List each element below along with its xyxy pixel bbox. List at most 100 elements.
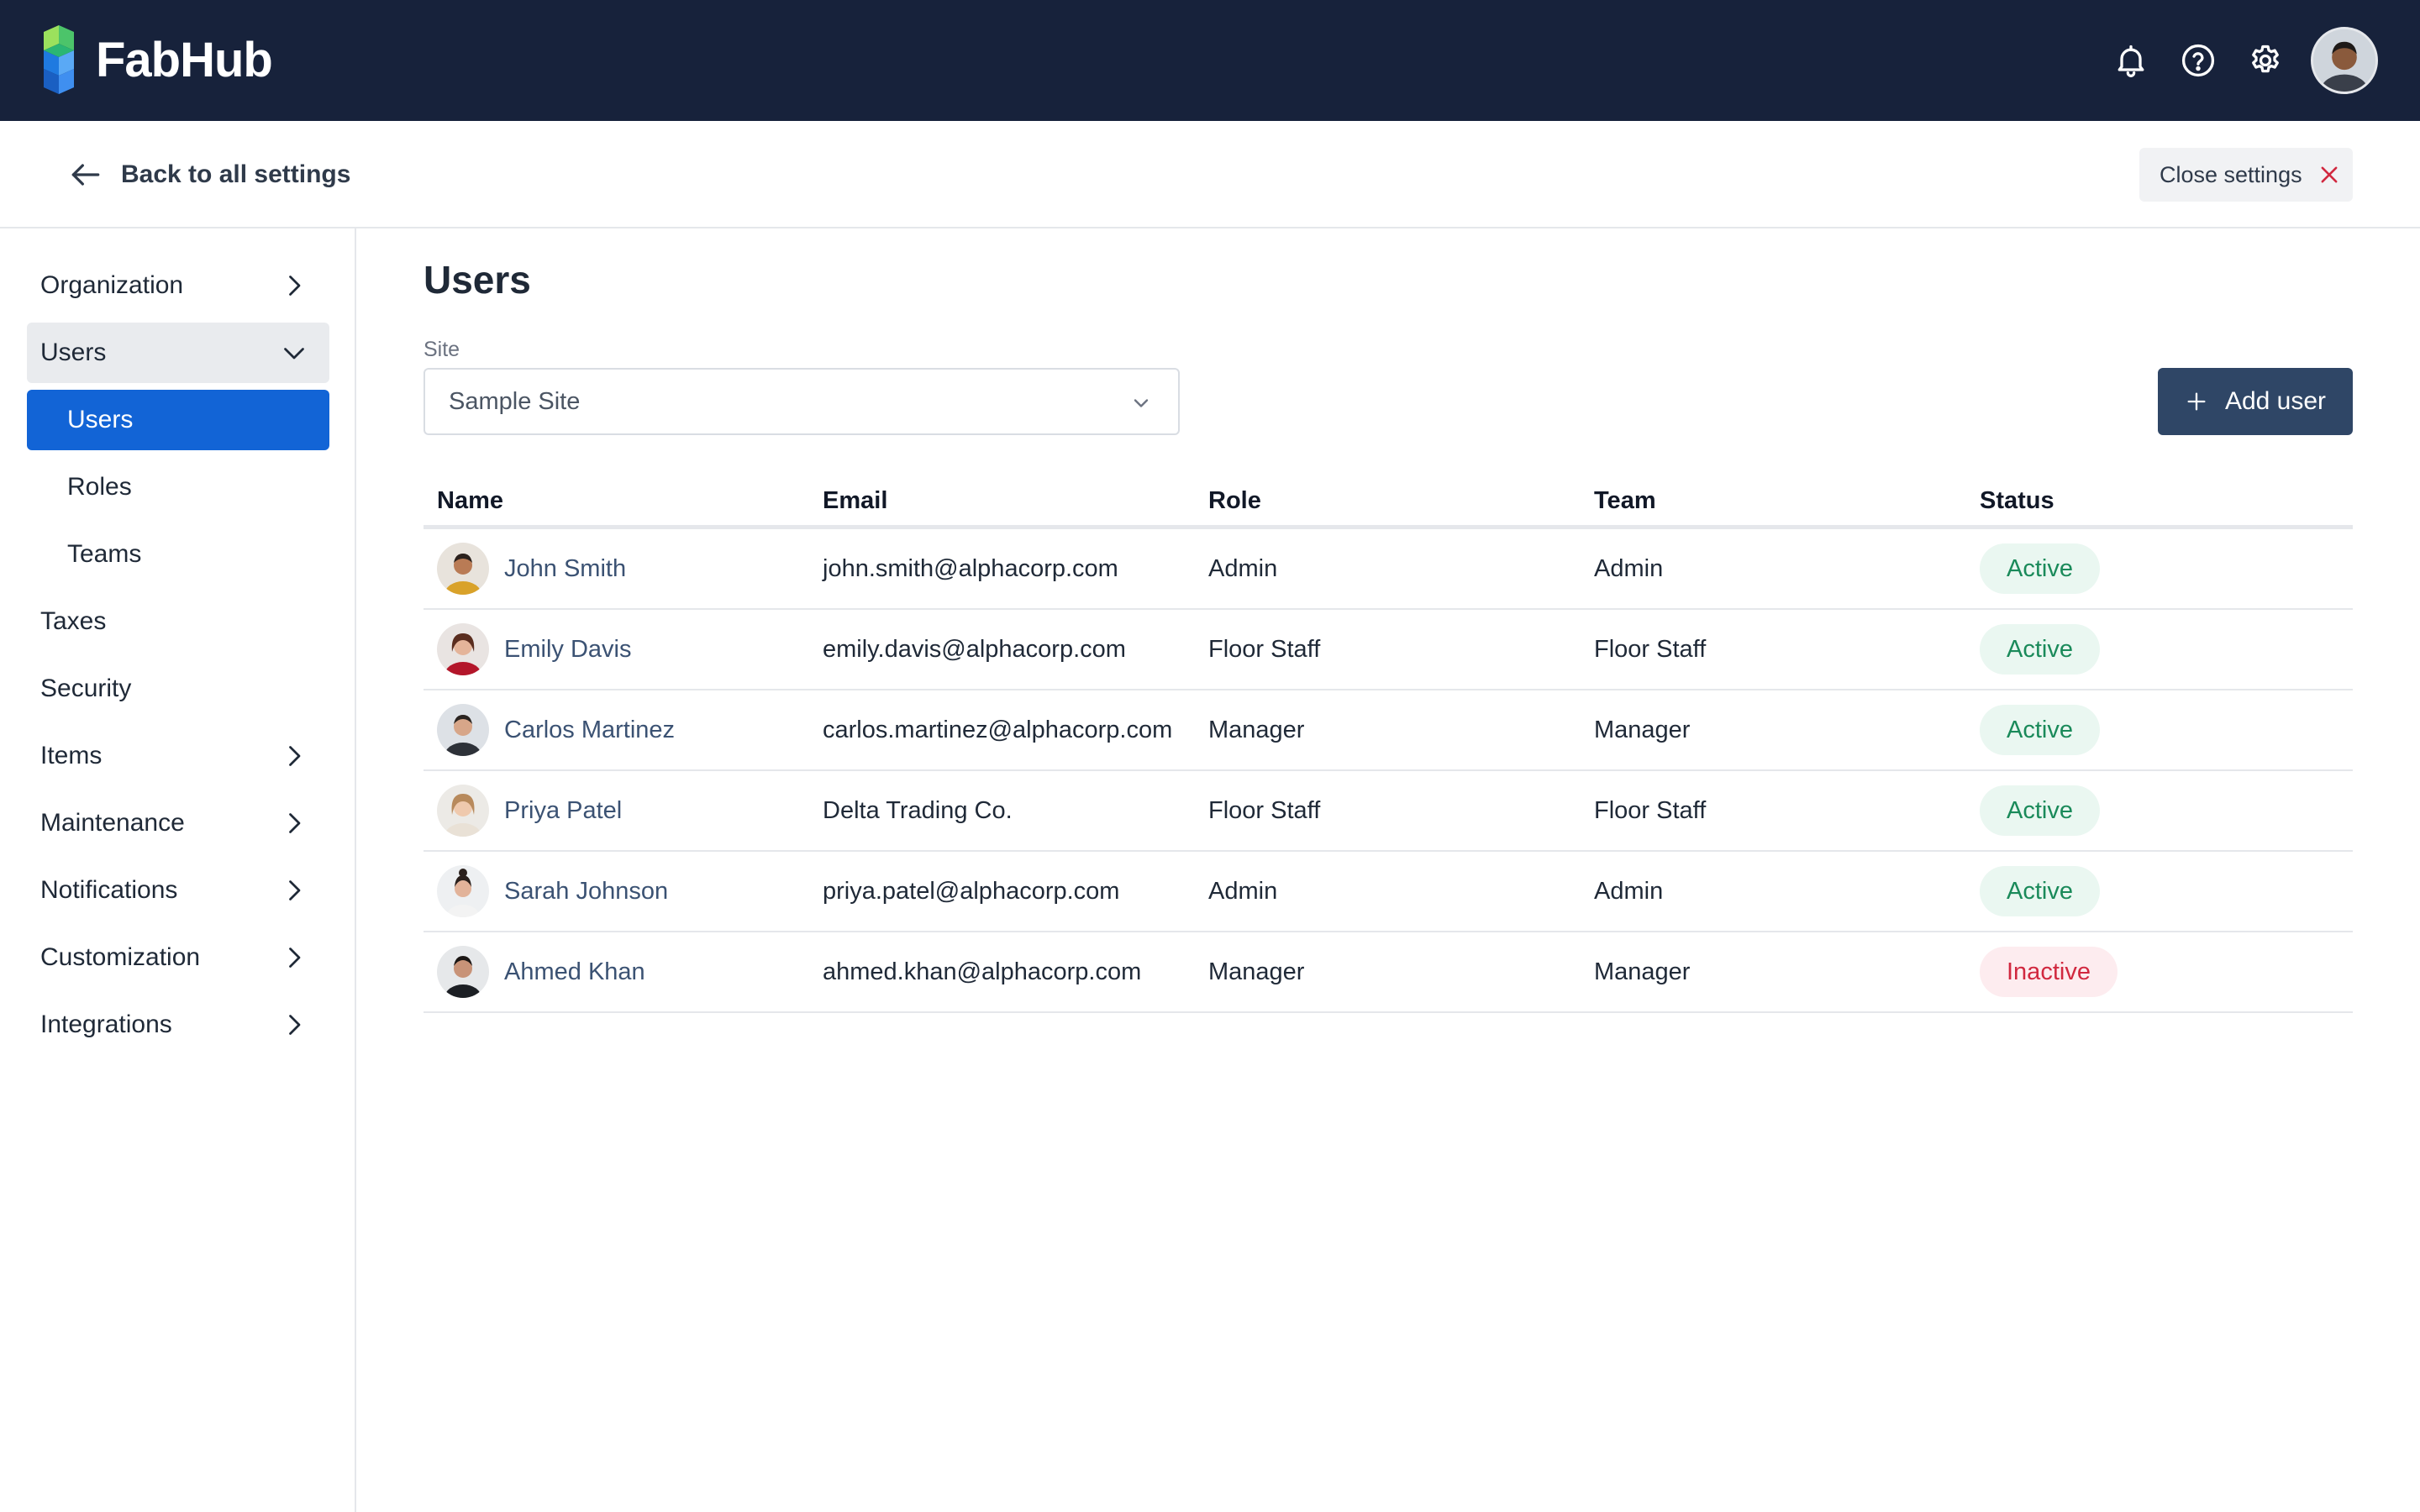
status-cell: Active [1980,610,2100,689]
user-avatar-image [2313,29,2375,92]
team-cell: Manager [1594,958,1691,985]
status-cell: Active [1980,690,2100,769]
name-cell[interactable]: Ahmed Khan [437,932,645,1011]
close-settings-button[interactable]: Close settings [2139,148,2353,202]
arrow-left-icon [71,164,100,186]
back-to-settings-link[interactable]: Back to all settings [67,155,350,195]
settings-header: Back to all settings Close settings [0,121,2420,228]
site-filter-label: Site [424,338,460,361]
table-row[interactable]: Emily Davis emily.davis@alphacorp.com Fl… [424,610,2353,690]
avatar [437,543,489,595]
fabhub-logo-icon [44,25,74,94]
sidebar-item-maintenance[interactable]: Maintenance [27,793,329,853]
column-header-role[interactable]: Role [1208,487,1261,515]
status-badge: Active [1980,785,2100,836]
sidebar-item-label: Items [40,742,103,769]
chevron-right-icon [279,1010,309,1040]
sidebar-subitem-teams[interactable]: Teams [27,524,329,585]
user-avatar[interactable] [2311,27,2378,94]
role-cell: Manager [1208,958,1305,985]
sidebar-item-label: Integrations [40,1011,172,1038]
column-header-email[interactable]: Email [823,487,887,515]
settings-button[interactable] [2245,40,2286,81]
team-cell: Floor Staff [1594,796,1707,824]
user-name-link[interactable]: John Smith [504,555,626,583]
name-cell[interactable]: Sarah Johnson [437,852,668,931]
table-header: Name Email Role Team Status [424,477,2353,529]
sidebar-item-label: Users [67,406,134,433]
chevron-down-icon [279,338,309,368]
name-cell[interactable]: Emily Davis [437,610,631,689]
sidebar-item-label: Roles [67,473,132,501]
team-cell: Admin [1594,877,1664,905]
name-cell[interactable]: Priya Patel [437,771,622,850]
column-header-status[interactable]: Status [1980,487,2054,515]
table-row[interactable]: Ahmed Khan ahmed.khan@alphacorp.com Mana… [424,932,2353,1013]
sidebar-item-notifications[interactable]: Notifications [27,860,329,921]
site-select-value: Sample Site [449,387,581,415]
sidebar-item-security[interactable]: Security [27,659,329,719]
sidebar-item-integrations[interactable]: Integrations [27,995,329,1055]
sidebar-item-users-group[interactable]: Users [27,323,329,383]
site-select[interactable]: Sample Site [424,368,1180,435]
gear-icon [2252,45,2279,73]
chevron-down-icon [1134,399,1149,407]
users-table: Name Email Role Team Status John Smith j… [424,477,2353,1013]
close-icon [2321,166,2338,183]
chevron-right-icon [279,741,309,771]
role-cell: Admin [1208,877,1278,905]
sidebar-item-taxes[interactable]: Taxes [27,591,329,652]
sidebar-item-label: Notifications [40,876,178,904]
chevron-right-icon [279,875,309,906]
table-row[interactable]: John Smith john.smith@alphacorp.com Admi… [424,529,2353,610]
chevron-right-icon [279,808,309,838]
table-row[interactable]: Priya Patel Delta Trading Co. Floor Staf… [424,771,2353,852]
role-cell: Admin [1208,554,1278,582]
add-user-button[interactable]: Add user [2158,368,2353,435]
avatar [437,623,489,675]
user-name-link[interactable]: Ahmed Khan [504,958,645,986]
table-row[interactable]: Carlos Martinez carlos.martinez@alphacor… [424,690,2353,771]
notifications-button[interactable] [2111,40,2151,81]
column-header-name[interactable]: Name [437,487,503,515]
email-cell: priya.patel@alphacorp.com [823,877,1120,905]
sidebar-item-organization[interactable]: Organization [27,255,329,316]
team-cell: Floor Staff [1594,635,1707,663]
team-cell: Manager [1594,716,1691,743]
name-cell[interactable]: Carlos Martinez [437,690,675,769]
chevron-right-icon [279,942,309,973]
name-cell[interactable]: John Smith [437,529,626,608]
sidebar-item-items[interactable]: Items [27,726,329,786]
status-cell: Active [1980,529,2100,608]
status-badge: Active [1980,866,2100,916]
sidebar-item-customization[interactable]: Customization [27,927,329,988]
app-name: FabHub [96,32,273,87]
avatar [437,865,489,917]
email-cell: Delta Trading Co. [823,796,1013,824]
table-row[interactable]: Sarah Johnson priya.patel@alphacorp.com … [424,852,2353,932]
user-name-link[interactable]: Priya Patel [504,797,622,825]
help-icon [2181,44,2215,77]
top-navigation-bar: FabHub [0,0,2420,121]
email-cell: emily.davis@alphacorp.com [823,635,1126,663]
status-cell: Active [1980,852,2100,931]
avatar [437,946,489,998]
user-name-link[interactable]: Sarah Johnson [504,878,668,906]
avatar [437,785,489,837]
email-cell: ahmed.khan@alphacorp.com [823,958,1142,985]
role-cell: Manager [1208,716,1305,743]
sidebar-subitem-roles[interactable]: Roles [27,457,329,517]
user-name-link[interactable]: Carlos Martinez [504,717,675,744]
plus-icon [2187,392,2206,411]
help-button[interactable] [2178,40,2218,81]
page-title: Users [424,258,531,302]
column-header-team[interactable]: Team [1594,487,1656,515]
app-logo[interactable]: FabHub [39,25,273,94]
email-cell: carlos.martinez@alphacorp.com [823,716,1173,743]
avatar [437,704,489,756]
settings-sidebar: Organization Users Users Roles Teams Tax… [0,228,356,1512]
user-name-link[interactable]: Emily Davis [504,636,631,664]
status-badge: Inactive [1980,947,2118,997]
sidebar-item-label: Maintenance [40,809,185,837]
sidebar-subitem-users[interactable]: Users [27,390,329,450]
